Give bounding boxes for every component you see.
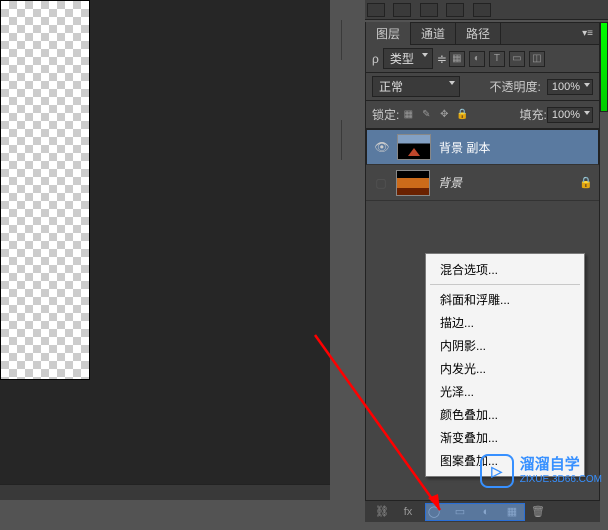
tool-icon[interactable] — [393, 3, 411, 17]
layer-name: 背景 — [438, 174, 462, 191]
tool-icon[interactable] — [473, 3, 491, 17]
sampler-bar — [600, 22, 608, 112]
watermark-url: ZIXUE.3D66.COM — [520, 474, 602, 485]
delete-layer-icon[interactable]: 🗑 — [529, 505, 547, 519]
horizontal-scrollbar[interactable] — [0, 484, 330, 500]
tab-paths[interactable]: 路径 — [456, 22, 501, 45]
layer-name: 背景 副本 — [439, 139, 490, 156]
layer-style-context-menu: 混合选项... 斜面和浮雕... 描边... 内阴影... 内发光... 光泽.… — [425, 253, 585, 477]
layer-style-icon[interactable]: fx — [399, 505, 417, 519]
blend-mode-select[interactable]: 正常 — [372, 76, 460, 97]
filter-type-icon[interactable]: T — [489, 51, 505, 67]
layer-row-background[interactable]: ▢ 背景 🔒 — [366, 165, 599, 201]
watermark-logo-icon: ▷ — [480, 454, 514, 488]
menu-bevel-emboss[interactable]: 斜面和浮雕... — [426, 288, 584, 311]
top-icon-strip — [365, 0, 608, 20]
menu-satin[interactable]: 光泽... — [426, 380, 584, 403]
menu-inner-glow[interactable]: 内发光... — [426, 357, 584, 380]
lock-row: 锁定: ▦ ✎ ✥ 🔒 填充: 100% — [366, 101, 599, 129]
lock-brush-icon[interactable]: ✎ — [419, 108, 433, 122]
lock-all-icon[interactable]: 🔒 — [455, 108, 469, 122]
menu-gradient-overlay[interactable]: 渐变叠加... — [426, 426, 584, 449]
tab-channels[interactable]: 通道 — [411, 22, 456, 45]
canvas-area — [0, 0, 330, 500]
filter-adjust-icon[interactable]: ◐ — [469, 51, 485, 67]
lock-icon: 🔒 — [579, 176, 593, 189]
opacity-label: 不透明度: — [490, 78, 541, 95]
tool-icon[interactable] — [420, 3, 438, 17]
panel-tabs: 图层 通道 路径 ▾≡ — [366, 23, 599, 45]
opacity-input[interactable]: 100% — [547, 79, 593, 95]
document-canvas[interactable] — [0, 0, 90, 380]
filter-type-select[interactable]: 类型 — [383, 48, 433, 69]
annotation-highlight — [425, 503, 525, 521]
tool-icon[interactable] — [367, 3, 385, 17]
visibility-toggle[interactable]: 👁 — [373, 138, 391, 156]
tab-layers[interactable]: 图层 — [366, 22, 411, 45]
layers-panel-bottom: ⛓ fx ◯ ▭ ◐ ▦ 🗑 — [365, 500, 600, 522]
watermark: ▷ 溜溜自学 ZIXUE.3D66.COM — [480, 454, 602, 488]
layer-filter-row: ρ 类型 ≑ ▦ ◐ T ▭ ◫ — [366, 45, 599, 73]
filter-smart-icon[interactable]: ◫ — [529, 51, 545, 67]
lock-position-icon[interactable]: ✥ — [437, 108, 451, 122]
fill-input[interactable]: 100% — [547, 107, 593, 123]
panel-menu-icon[interactable]: ▾≡ — [576, 28, 599, 39]
link-layers-icon[interactable]: ⛓ — [373, 505, 391, 519]
panel-gutter — [333, 0, 363, 522]
visibility-toggle[interactable]: ▢ — [372, 174, 390, 192]
filter-shape-icon[interactable]: ▭ — [509, 51, 525, 67]
lock-pixels-icon[interactable]: ▦ — [401, 108, 415, 122]
tool-icon[interactable] — [446, 3, 464, 17]
menu-stroke[interactable]: 描边... — [426, 311, 584, 334]
filter-pixel-icon[interactable]: ▦ — [449, 51, 465, 67]
watermark-brand: 溜溜自学 — [520, 456, 580, 473]
fill-label: 填充: — [520, 106, 547, 123]
layer-row-copy[interactable]: 👁 背景 副本 — [366, 129, 599, 165]
blend-row: 正常 不透明度: 100% — [366, 73, 599, 101]
lock-label: 锁定: — [372, 106, 399, 123]
layer-thumbnail[interactable] — [396, 170, 430, 196]
menu-inner-shadow[interactable]: 内阴影... — [426, 334, 584, 357]
layer-thumbnail[interactable] — [397, 134, 431, 160]
menu-blend-options[interactable]: 混合选项... — [426, 258, 584, 281]
menu-color-overlay[interactable]: 颜色叠加... — [426, 403, 584, 426]
